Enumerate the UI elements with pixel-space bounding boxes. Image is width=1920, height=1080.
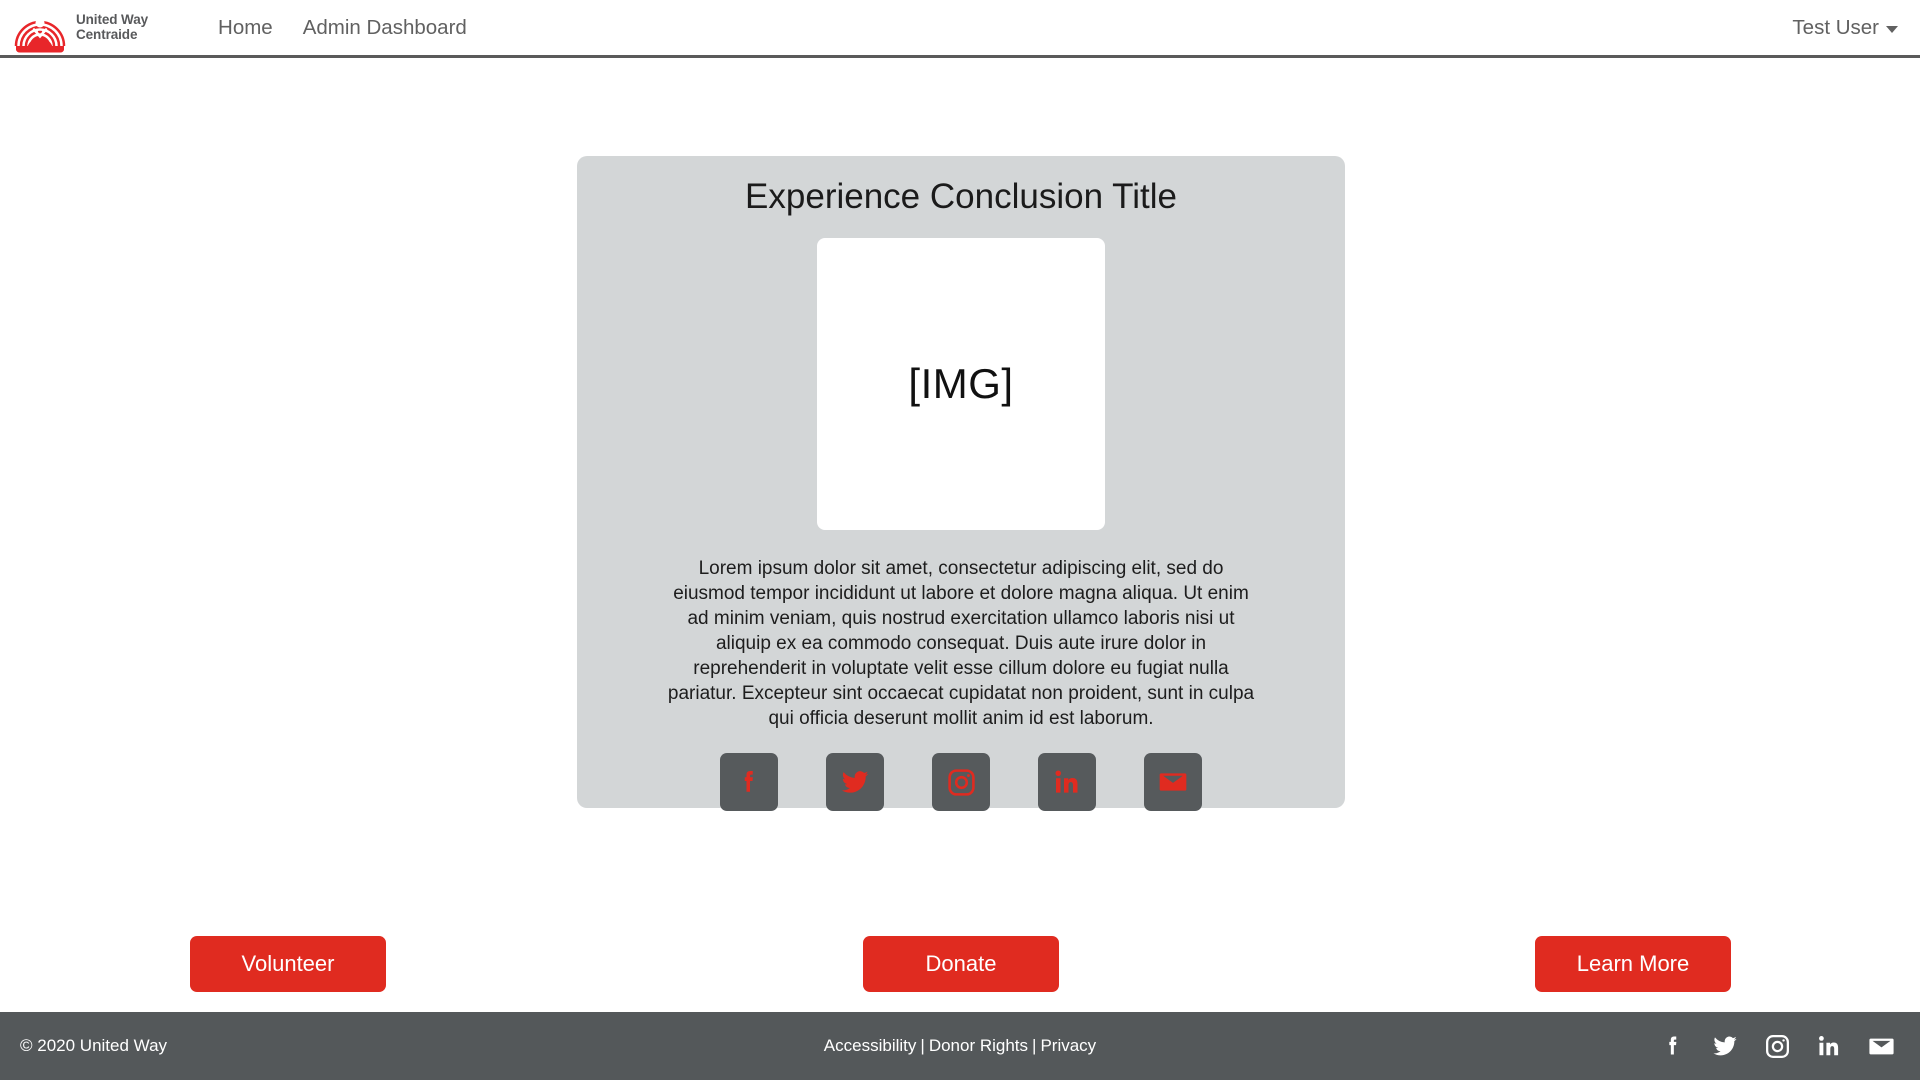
card-social-row — [720, 753, 1202, 812]
footer-social-instagram-link[interactable] — [1762, 1031, 1792, 1061]
footer-links: Accessibility | Donor Rights | Privacy — [0, 1036, 1920, 1056]
email-icon — [1867, 1032, 1896, 1061]
card-body-text: Lorem ipsum dolor sit amet, consectetur … — [667, 557, 1255, 729]
footer-link-accessibility[interactable]: Accessibility — [824, 1036, 917, 1055]
footer-separator-1: | — [920, 1036, 925, 1055]
page-footer: © 2020 United Way Accessibility | Donor Ri… — [0, 1012, 1920, 1080]
footer-link-donor-rights[interactable]: Donor Rights — [929, 1036, 1028, 1055]
brand-wordmark-line2: Centraide — [76, 26, 138, 42]
primary-nav: Home Admin Dashboard — [218, 16, 467, 40]
footer-copyright: © 2020 United Way — [20, 1036, 168, 1055]
twitter-icon — [1711, 1032, 1739, 1060]
user-menu-label: Test User — [1792, 15, 1879, 39]
email-icon — [1157, 766, 1189, 798]
user-menu-dropdown[interactable]: Test User — [1792, 16, 1898, 40]
donate-button[interactable]: Donate — [863, 936, 1059, 992]
instagram-icon — [1764, 1033, 1791, 1060]
experience-conclusion-card: Experience Conclusion Title [IMG] Lorem … — [577, 156, 1345, 812]
navbar-right: Test User — [1792, 16, 1898, 40]
footer-social-email-link[interactable] — [1866, 1031, 1896, 1061]
card-social-instagram-button[interactable] — [932, 753, 990, 812]
facebook-icon — [734, 767, 764, 797]
card-social-linkedin-button[interactable] — [1038, 753, 1096, 812]
card-social-email-button[interactable] — [1144, 753, 1202, 812]
united-way-rainbow-hand-logo — [12, 3, 68, 53]
footer-social-facebook-link[interactable] — [1658, 1031, 1688, 1061]
brand-logo-link[interactable]: United Way Centraide — [12, 3, 148, 53]
footer-link-privacy[interactable]: Privacy — [1040, 1036, 1096, 1055]
image-placeholder-label: [IMG] — [908, 359, 1014, 407]
conclusion-image-placeholder: [IMG] — [817, 237, 1105, 530]
card-social-facebook-button[interactable] — [720, 753, 778, 812]
nav-link-admin-dashboard[interactable]: Admin Dashboard — [303, 16, 467, 40]
card-title: Experience Conclusion Title — [745, 177, 1177, 216]
page-root: United Way Centraide Home Admin Dashboard… — [0, 0, 1920, 1080]
footer-social-twitter-link[interactable] — [1710, 1031, 1740, 1061]
brand-wordmark: United Way Centraide — [76, 13, 148, 42]
volunteer-button[interactable]: Volunteer — [190, 936, 386, 992]
main-content: Experience Conclusion Title [IMG] Lorem … — [0, 58, 1920, 1012]
footer-separator-2: | — [1032, 1036, 1037, 1055]
brand-wordmark-line1: United Way — [76, 12, 149, 28]
facebook-icon — [1660, 1033, 1686, 1059]
nav-link-home[interactable]: Home — [218, 16, 273, 40]
learn-more-button[interactable]: Learn More — [1535, 936, 1731, 992]
footer-social-linkedin-link[interactable] — [1814, 1031, 1844, 1061]
top-navbar: United Way Centraide Home Admin Dashboard… — [0, 0, 1920, 58]
cta-button-row: Volunteer Donate Learn More — [0, 936, 1920, 996]
card-social-twitter-button[interactable] — [826, 753, 884, 812]
instagram-icon — [946, 767, 977, 798]
footer-social-row — [1658, 1031, 1896, 1061]
twitter-icon — [839, 766, 871, 798]
linkedin-icon — [1816, 1033, 1842, 1059]
linkedin-icon — [1052, 767, 1082, 797]
chevron-down-icon — [1886, 25, 1898, 33]
